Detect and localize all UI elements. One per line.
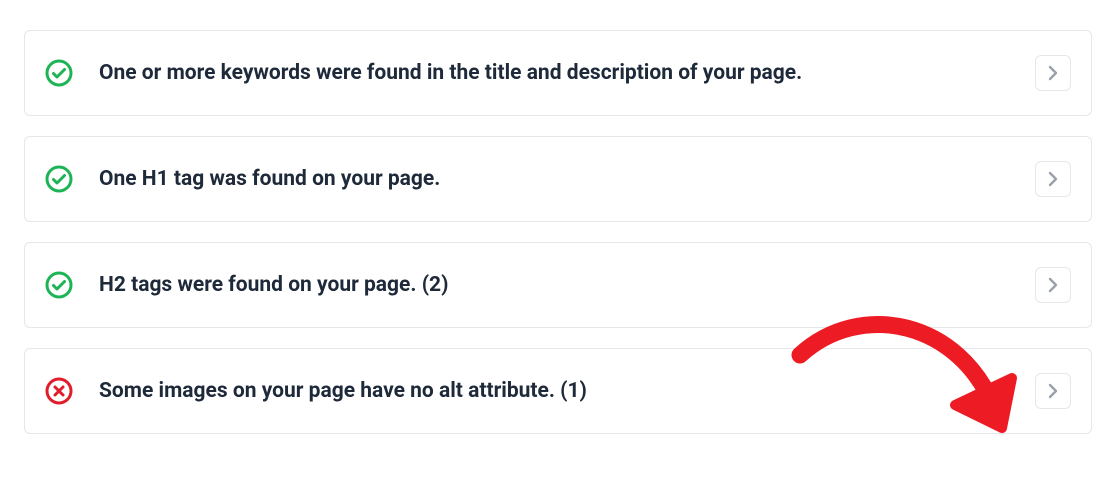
check-text: Some images on your page have no alt att…	[99, 377, 1035, 405]
check-row: One or more keywords were found in the t…	[24, 30, 1092, 116]
expand-button[interactable]	[1035, 55, 1071, 91]
check-circle-icon	[45, 165, 73, 193]
x-circle-icon	[45, 377, 73, 405]
check-text: One or more keywords were found in the t…	[99, 59, 1035, 87]
seo-check-list: One or more keywords were found in the t…	[24, 30, 1092, 434]
check-row: Some images on your page have no alt att…	[24, 348, 1092, 434]
expand-button[interactable]	[1035, 161, 1071, 197]
check-row: H2 tags were found on your page. (2)	[24, 242, 1092, 328]
chevron-right-icon	[1048, 277, 1058, 293]
check-text: One H1 tag was found on your page.	[99, 165, 1035, 193]
check-circle-icon	[45, 271, 73, 299]
check-text: H2 tags were found on your page. (2)	[99, 271, 1035, 299]
expand-button[interactable]	[1035, 373, 1071, 409]
chevron-right-icon	[1048, 65, 1058, 81]
chevron-right-icon	[1048, 383, 1058, 399]
expand-button[interactable]	[1035, 267, 1071, 303]
chevron-right-icon	[1048, 171, 1058, 187]
check-row: One H1 tag was found on your page.	[24, 136, 1092, 222]
check-circle-icon	[45, 59, 73, 87]
